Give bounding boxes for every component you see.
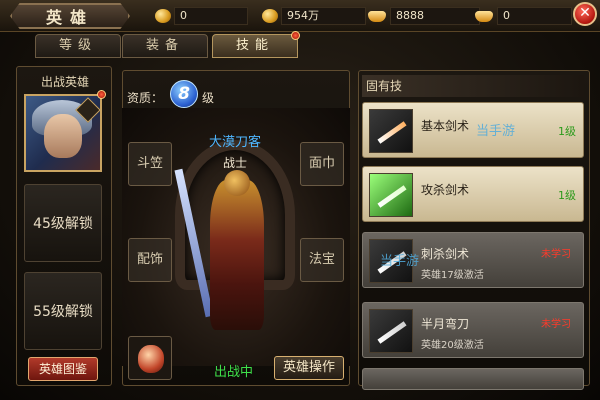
skill-card[interactable]: 基本剑术 1级	[362, 102, 584, 158]
watermark: 当手游	[476, 124, 516, 139]
skill-card-partial[interactable]	[362, 368, 584, 390]
skill-unlock-note: 英雄17级激活	[421, 270, 484, 281]
deploy-status: 出战中	[214, 365, 254, 380]
tab-level[interactable]: 等级	[35, 34, 121, 58]
assault-sword-skill-icon	[369, 173, 413, 217]
resource-value: 0	[497, 7, 572, 25]
gold-ingot-icon	[368, 10, 386, 22]
skill-unlock-note: 英雄20级激活	[421, 340, 484, 351]
close-button[interactable]: ✕	[573, 2, 597, 26]
close-icon: ✕	[579, 5, 591, 21]
hero-class: 战士	[222, 156, 247, 170]
tab-skills[interactable]: 技能	[212, 34, 298, 58]
resource-gold: 0	[155, 6, 248, 26]
aptitude-label: 资质：	[127, 91, 164, 105]
watermark: 当手游	[380, 254, 420, 269]
resource-silver: 0	[475, 6, 572, 26]
skill-name: 基本剑术	[421, 119, 470, 133]
resource-value: 8888	[390, 7, 480, 25]
hero-portrait[interactable]	[24, 94, 102, 172]
silver-ingot-icon	[475, 10, 493, 22]
gem-slot[interactable]	[128, 336, 172, 380]
skill-level: 1级	[558, 125, 576, 138]
resource-value: 0	[174, 7, 248, 25]
skill-card[interactable]: 攻杀剑术 1级	[362, 166, 584, 222]
skills-title: 固有技	[362, 75, 584, 97]
skill-name: 半月弯刀	[421, 317, 470, 331]
equip-slot-mask[interactable]: 面巾	[300, 142, 344, 186]
skill-name: 刺杀剑术	[421, 247, 470, 261]
grade-suffix: 级	[202, 91, 215, 105]
gem-icon	[138, 345, 164, 373]
basic-sword-skill-icon	[369, 109, 413, 153]
equip-slot-accessory[interactable]: 配饰	[128, 238, 172, 282]
resource-coins: 954万	[262, 6, 366, 26]
window-title: 英雄	[45, 8, 94, 27]
equip-slot-hat[interactable]: 斗笠	[128, 142, 172, 186]
notification-dot-icon	[291, 31, 300, 40]
gold-coin-icon	[155, 9, 171, 23]
game-screen: 英雄 0 954万 8888 0 ✕ 等级 装备 技能 出战英雄 45级解锁 5…	[0, 0, 600, 400]
equip-slot-treasure[interactable]: 法宝	[300, 238, 344, 282]
panel-title: 出战英雄	[40, 75, 89, 89]
hero-helmet	[224, 170, 250, 196]
title-plate: 英雄	[10, 3, 130, 29]
coin-stack-icon	[262, 9, 278, 23]
skill-state: 未学习	[541, 249, 571, 260]
half-moon-blade-skill-icon	[369, 309, 413, 353]
hero-face	[44, 114, 82, 158]
hero-model	[210, 180, 264, 330]
locked-hero-slot[interactable]: 45级解锁	[24, 184, 102, 262]
skill-name: 攻杀剑术	[421, 183, 470, 197]
hero-name: 大漠刀客	[208, 135, 261, 150]
grade-badge: 8	[170, 80, 198, 108]
resource-value: 954万	[281, 7, 366, 25]
locked-hero-slot[interactable]: 55级解锁	[24, 272, 102, 350]
notification-dot-icon	[97, 90, 106, 99]
skill-state: 未学习	[541, 319, 571, 330]
hero-operate-button[interactable]: 英雄操作	[274, 356, 344, 380]
skill-card[interactable]: 半月弯刀 未学习 英雄20级激活	[362, 302, 584, 358]
hero-codex-button[interactable]: 英雄图鉴	[28, 357, 98, 381]
skill-level: 1级	[558, 189, 576, 202]
tab-equipment[interactable]: 装备	[122, 34, 208, 58]
resource-ingot: 8888	[368, 6, 480, 26]
